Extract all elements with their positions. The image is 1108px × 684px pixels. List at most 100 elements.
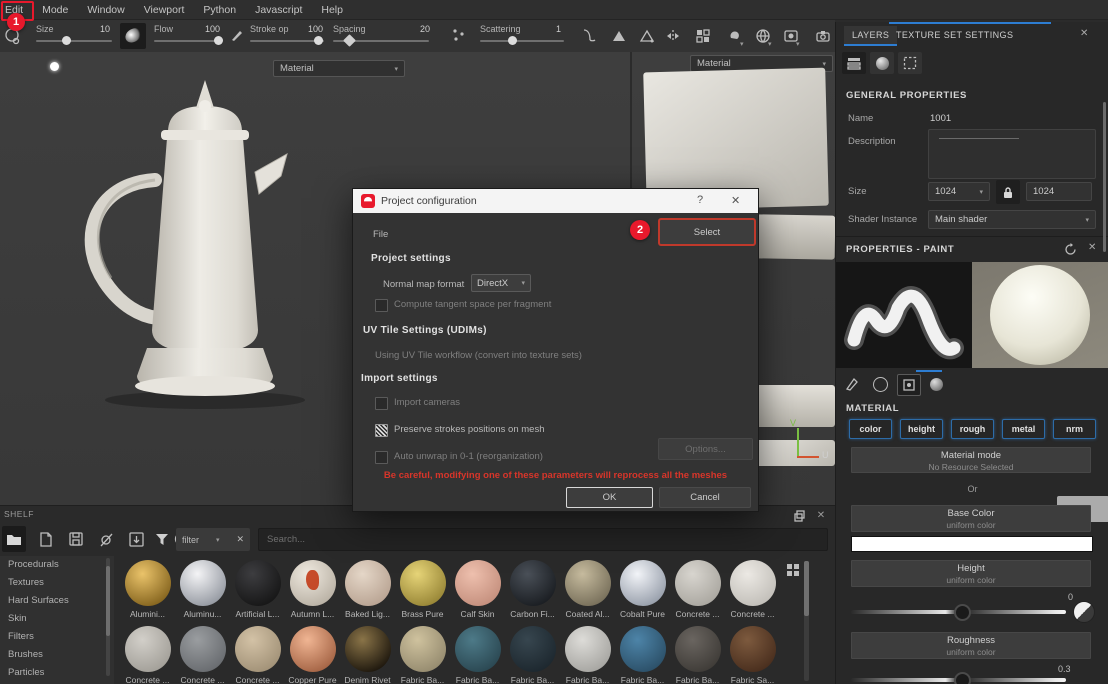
shelf-category-procedurals[interactable]: Procedurals	[0, 556, 114, 574]
material-item[interactable]: Fabric Ba...	[395, 626, 450, 684]
hide-resources-icon[interactable]	[94, 526, 118, 552]
uv-tiling-icon[interactable]	[694, 27, 712, 45]
material-item[interactable]: Aluminu...	[175, 560, 230, 619]
import-cameras-checkbox[interactable]	[375, 397, 388, 410]
material-item[interactable]: Carbon Fi...	[505, 560, 560, 619]
channel-button-height[interactable]: height	[900, 419, 943, 439]
shelf-category-brushes[interactable]: Brushes	[0, 646, 114, 664]
filter-funnel-icon[interactable]	[150, 526, 174, 552]
stroke-opacity-slider[interactable]	[250, 40, 324, 42]
materials-scrollbar-thumb[interactable]	[804, 561, 809, 616]
pen-pressure-icon[interactable]	[228, 26, 246, 44]
search-input[interactable]	[258, 528, 828, 551]
menu-python[interactable]: Python	[203, 4, 236, 16]
lazy-mouse-icon[interactable]	[580, 27, 598, 45]
roughness-slider-knob[interactable]	[954, 672, 971, 684]
marquee-select-icon[interactable]	[898, 52, 922, 74]
close-dialog-icon[interactable]: ✕	[731, 194, 740, 207]
material-item[interactable]: Autumn L...	[285, 560, 340, 619]
material-item[interactable]: Calf Skin	[450, 560, 505, 619]
material-item[interactable]: Copper Pure	[285, 626, 340, 684]
material-item[interactable]: Baked Lig...	[340, 560, 395, 619]
channel-button-color[interactable]: color	[849, 419, 892, 439]
base-color-bar[interactable]: Base Color uniform color	[851, 505, 1091, 532]
lock-ratio-icon[interactable]	[996, 180, 1020, 204]
reset-properties-icon[interactable]	[1064, 243, 1077, 256]
shelf-category-filters[interactable]: Filters	[0, 628, 114, 646]
tab-texture-set-settings[interactable]: TEXTURE SET SETTINGS	[896, 30, 1013, 40]
base-color-swatch[interactable]	[851, 536, 1093, 552]
active-filter-chip[interactable]: filter ▾ ✕	[176, 528, 250, 551]
tab-layers[interactable]: LAYERS	[844, 26, 897, 46]
material-caret-icon[interactable]: ▾	[796, 40, 800, 48]
compute-tangent-checkbox[interactable]	[375, 299, 388, 312]
material-item[interactable]: Fabric Ba...	[670, 626, 725, 684]
material-item[interactable]: Fabric Ba...	[615, 626, 670, 684]
material-item[interactable]: Concrete ...	[725, 560, 780, 619]
dialog-titlebar[interactable]: Project configuration ? ✕	[353, 189, 758, 213]
material-item[interactable]: Concrete ...	[175, 626, 230, 684]
disc-preview-icon[interactable]	[869, 374, 891, 394]
alignment-icon[interactable]	[610, 27, 628, 45]
flow-slider[interactable]	[154, 40, 222, 42]
preserve-strokes-checkbox[interactable]	[375, 424, 388, 437]
material-dropdown-3d[interactable]: Material ▾	[273, 60, 405, 77]
material-item[interactable]: Fabric Ba...	[450, 626, 505, 684]
panel-scrollbar-thumb[interactable]	[1103, 102, 1106, 252]
material-item[interactable]: Artificial L...	[230, 560, 285, 619]
scattering-slider[interactable]	[480, 40, 564, 42]
stamp-preview-icon[interactable]	[897, 374, 921, 396]
spacing-slider[interactable]	[333, 40, 429, 42]
name-value[interactable]: 1001	[930, 113, 951, 124]
help-icon[interactable]: ?	[697, 194, 703, 206]
normal-map-format-dropdown[interactable]: DirectX ▾	[471, 274, 531, 292]
cancel-button[interactable]: Cancel	[659, 487, 751, 508]
size-slider[interactable]	[36, 40, 112, 42]
size-dropdown[interactable]: 1024 ▾	[928, 182, 990, 201]
close-properties-icon[interactable]: ✕	[1088, 242, 1096, 253]
auto-unwrap-checkbox[interactable]	[375, 451, 388, 464]
shelf-category-particles[interactable]: Particles	[0, 664, 114, 682]
shelf-category-skin[interactable]: Skin	[0, 610, 114, 628]
material-item[interactable]: Concrete ...	[120, 626, 175, 684]
material-item[interactable]: Denim Rivet	[340, 626, 395, 684]
material-item[interactable]: Brass Pure	[395, 560, 450, 619]
material-item[interactable]: Cobalt Pure	[615, 560, 670, 619]
roughness-slider[interactable]	[851, 678, 1066, 682]
menu-viewport[interactable]: Viewport	[144, 4, 185, 16]
physical-brush-icon[interactable]	[841, 374, 863, 394]
close-panel-icon[interactable]: ✕	[1080, 28, 1088, 39]
symmetry-icon[interactable]	[664, 27, 682, 45]
brush-alpha-thumbnail[interactable]	[120, 23, 146, 49]
material-item[interactable]: Concrete ...	[670, 560, 725, 619]
channel-button-nrm[interactable]: nrm	[1053, 419, 1096, 439]
scatter-dots-icon[interactable]	[450, 26, 468, 44]
menu-help[interactable]: Help	[321, 4, 343, 16]
material-item[interactable]: Concrete ...	[230, 626, 285, 684]
projection-mode-icon[interactable]	[638, 27, 656, 45]
channel-button-rough[interactable]: rough	[951, 419, 994, 439]
globe-caret-icon[interactable]: ▾	[768, 40, 772, 48]
menu-mode[interactable]: Mode	[42, 4, 68, 16]
unwrap-options-button[interactable]: Options...	[658, 438, 753, 460]
menu-window[interactable]: Window	[87, 4, 124, 16]
sphere-view-icon[interactable]	[870, 52, 894, 74]
channel-button-metal[interactable]: metal	[1002, 419, 1045, 439]
sphere-preview-icon[interactable]	[925, 374, 947, 394]
shader-instance-dropdown[interactable]: Main shader ▾	[928, 210, 1096, 229]
shelf-category-hard-surfaces[interactable]: Hard Surfaces	[0, 592, 114, 610]
import-resources-icon[interactable]	[124, 526, 148, 552]
material-mode-bar[interactable]: Material mode No Resource Selected	[851, 447, 1091, 473]
stamp-caret-icon[interactable]: ▾	[740, 40, 744, 48]
layers-view-icon[interactable]	[842, 52, 866, 74]
select-file-button[interactable]: Select	[659, 219, 755, 245]
height-slider[interactable]	[851, 610, 1066, 614]
close-shelf-icon[interactable]: ✕	[814, 510, 828, 522]
height-slider-knob[interactable]	[954, 604, 971, 621]
folder-icon[interactable]	[2, 526, 26, 552]
categories-scrollbar-thumb[interactable]	[106, 566, 110, 636]
description-field[interactable]	[928, 129, 1096, 179]
height-bar[interactable]: Height uniform color	[851, 560, 1091, 587]
new-resource-icon[interactable]	[34, 526, 58, 552]
material-item[interactable]: Fabric Sa...	[725, 626, 780, 684]
